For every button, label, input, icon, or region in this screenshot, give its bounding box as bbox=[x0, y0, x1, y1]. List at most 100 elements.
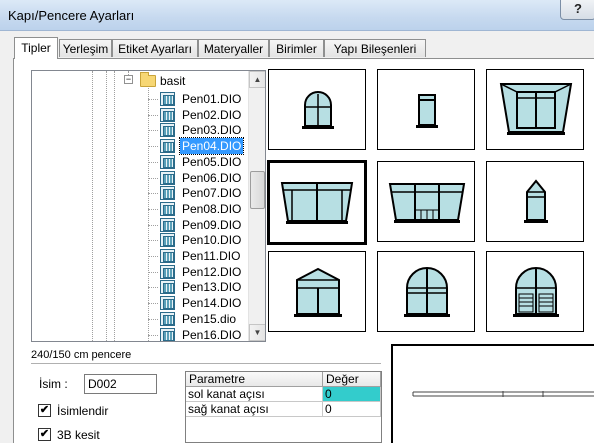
tree-guide-line bbox=[148, 130, 158, 132]
tree-item-label[interactable]: Pen14.DIO bbox=[180, 295, 243, 311]
scroll-thumb[interactable] bbox=[250, 171, 265, 209]
tree-item[interactable]: Pen06.DIO bbox=[32, 170, 248, 186]
folder-expander[interactable]: − bbox=[124, 75, 133, 84]
thumbnail-9[interactable] bbox=[486, 251, 584, 332]
arched-window-small-icon bbox=[302, 91, 334, 129]
tree-guide-line bbox=[148, 177, 158, 180]
thumbnail-1[interactable] bbox=[268, 69, 366, 150]
tree-item-label[interactable]: Pen12.DIO bbox=[180, 264, 243, 280]
tree-guide-line bbox=[148, 334, 158, 337]
tree-item-label[interactable]: Pen05.DIO bbox=[180, 154, 243, 170]
thumbnail-5[interactable] bbox=[377, 161, 475, 242]
tree-item-label[interactable]: Pen15.dio bbox=[180, 311, 238, 327]
parameter-header[interactable]: Parametre bbox=[186, 372, 323, 387]
tab-yerlesim[interactable]: Yerleşim bbox=[59, 39, 112, 57]
name-label: İsim : bbox=[39, 377, 68, 391]
tree-item-label[interactable]: Pen01.DIO bbox=[180, 91, 243, 107]
3d-section-checkbox-label[interactable]: 3B kesit bbox=[57, 428, 100, 442]
thumbnail-2[interactable] bbox=[377, 69, 475, 150]
param-name-cell[interactable]: sağ kanat açısı bbox=[186, 402, 323, 417]
window: Kapı/Pencere Ayarları ? Tipler Yerleşim … bbox=[0, 0, 594, 443]
tree-guide-line bbox=[148, 287, 158, 289]
tree-guide-line bbox=[148, 146, 158, 148]
window-file-icon bbox=[160, 296, 175, 311]
arched-double-window-icon bbox=[404, 267, 450, 317]
tree-item-label[interactable]: Pen16.DIO bbox=[180, 327, 243, 342]
window-file-icon bbox=[160, 201, 175, 216]
tree-item[interactable]: Pen08.DIO bbox=[32, 201, 248, 217]
tree-item[interactable]: Pen11.DIO bbox=[32, 248, 248, 264]
window-file-icon bbox=[160, 154, 175, 169]
value-header[interactable]: Değer bbox=[323, 372, 381, 387]
tree-item-label[interactable]: Pen11.DIO bbox=[180, 248, 242, 264]
thumbnail-8[interactable] bbox=[377, 251, 475, 332]
tree-item[interactable]: Pen14.DIO bbox=[32, 295, 248, 311]
param-value-cell[interactable]: 0 bbox=[323, 387, 381, 402]
tab-materyaller[interactable]: Materyaller bbox=[198, 39, 269, 57]
tree-item-label[interactable]: Pen03.DIO bbox=[180, 122, 243, 138]
parameter-table: Parametre Değer sol kanat açısı 0 sağ ka… bbox=[185, 371, 382, 443]
tab-tipler[interactable]: Tipler bbox=[14, 37, 58, 59]
param-value-cell[interactable]: 0 bbox=[323, 402, 381, 417]
scroll-down-icon[interactable]: ▼ bbox=[249, 324, 265, 341]
tree-guide-line bbox=[148, 193, 158, 195]
thumbnail-7[interactable] bbox=[268, 251, 366, 332]
thumbnail-3[interactable] bbox=[486, 69, 584, 150]
tab-birimler[interactable]: Birimler bbox=[269, 39, 324, 57]
tab-etiket-ayarlari[interactable]: Etiket Ayarları bbox=[112, 39, 198, 57]
tree-item[interactable]: Pen16.DIO bbox=[32, 327, 248, 342]
tree-item[interactable]: Pen07.DIO bbox=[32, 185, 248, 201]
scroll-up-icon[interactable]: ▲ bbox=[249, 71, 265, 88]
tree-item-label[interactable]: Pen09.DIO bbox=[180, 217, 243, 233]
window-file-icon bbox=[160, 264, 175, 279]
help-button[interactable]: ? bbox=[560, 0, 594, 20]
tree-item[interactable]: Pen09.DIO bbox=[32, 217, 248, 233]
window-file-icon bbox=[160, 123, 175, 138]
window-file-icon bbox=[160, 327, 175, 341]
file-tree[interactable]: − basit Pen01.DIO Pen02.DIO Pen03.DIO Pen04… bbox=[31, 70, 266, 342]
thumbnail-4[interactable] bbox=[267, 160, 367, 245]
naming-checkbox-label[interactable]: İsimlendir bbox=[57, 404, 108, 418]
plan-preview bbox=[391, 344, 594, 443]
tree-item-label[interactable]: Pen13.DIO bbox=[180, 279, 243, 295]
tree-item[interactable]: Pen12.DIO bbox=[32, 264, 248, 280]
thumbnail-6[interactable] bbox=[486, 161, 584, 242]
tree-guide-line bbox=[148, 224, 158, 227]
window-file-icon bbox=[160, 92, 175, 106]
double-window-icon bbox=[280, 182, 354, 224]
tree-item-label[interactable]: Pen06.DIO bbox=[180, 170, 243, 186]
window-title: Kapı/Pencere Ayarları bbox=[8, 8, 135, 23]
tree-item-label[interactable]: Pen07.DIO bbox=[180, 185, 243, 201]
tree-guide-line bbox=[148, 318, 158, 321]
small-window-icon bbox=[416, 94, 438, 128]
folder-label[interactable]: basit bbox=[160, 74, 185, 88]
tree-content: − basit Pen01.DIO Pen02.DIO Pen03.DIO Pen04… bbox=[32, 71, 248, 341]
tree-item[interactable]: Pen01.DIO bbox=[32, 91, 248, 107]
folder-icon bbox=[140, 72, 156, 87]
tree-item-label[interactable]: Pen04.DIO bbox=[178, 137, 245, 156]
gabled-wide-window-icon bbox=[294, 267, 342, 317]
triple-window-icon bbox=[388, 183, 466, 223]
param-name-cell[interactable]: sol kanat açısı bbox=[186, 387, 323, 402]
bay-window-icon bbox=[499, 83, 573, 135]
tree-guide-line bbox=[148, 208, 158, 211]
tree-item[interactable]: Pen04.DIO bbox=[32, 137, 248, 156]
tree-item[interactable]: Pen13.DIO bbox=[32, 279, 248, 295]
tree-item[interactable]: Pen10.DIO bbox=[32, 232, 248, 248]
tree-item[interactable]: Pen15.dio bbox=[32, 311, 248, 327]
title-bar: Kapı/Pencere Ayarları ? bbox=[0, 0, 594, 31]
arched-shutter-window-icon bbox=[513, 267, 559, 317]
tree-item-label[interactable]: Pen10.DIO bbox=[180, 232, 243, 248]
window-file-icon bbox=[160, 249, 175, 263]
tree-item[interactable]: Pen05.DIO bbox=[32, 154, 248, 170]
name-input[interactable]: D002 bbox=[84, 374, 157, 394]
naming-checkbox[interactable]: ✔ bbox=[38, 404, 51, 417]
tree-item[interactable]: Pen03.DIO bbox=[32, 122, 248, 138]
tree-item[interactable]: Pen02.DIO bbox=[32, 107, 248, 123]
tree-item-label[interactable]: Pen08.DIO bbox=[180, 201, 243, 217]
tree-guide-line bbox=[148, 256, 158, 258]
3d-section-checkbox[interactable]: ✔ bbox=[38, 428, 51, 441]
tree-item-label[interactable]: Pen02.DIO bbox=[180, 107, 243, 123]
tree-scrollbar[interactable]: ▲ ▼ bbox=[248, 71, 265, 341]
tab-yapi-bilesenleri[interactable]: Yapı Bileşenleri bbox=[324, 39, 426, 57]
